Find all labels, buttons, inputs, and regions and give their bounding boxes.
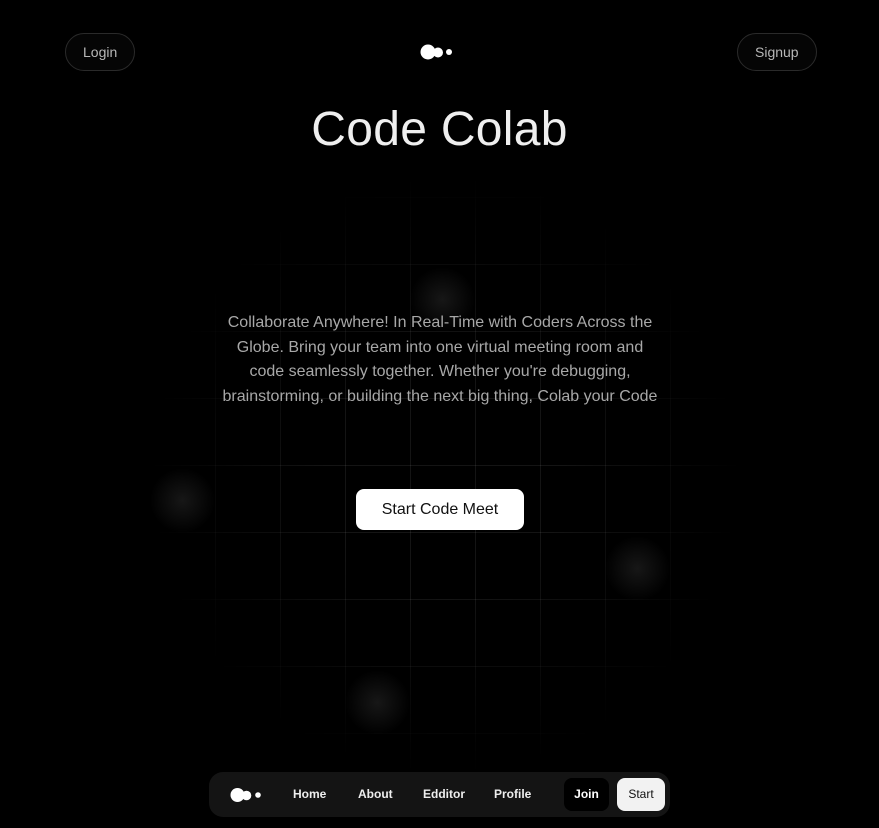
hero-description: Collaborate Anywhere! In Real-Time with … (222, 314, 658, 405)
grid-glow-cell (345, 669, 410, 736)
login-button[interactable]: Login (65, 33, 136, 71)
join-button[interactable]: Join (564, 778, 609, 811)
nav-editor-link[interactable]: Edditor (423, 772, 465, 817)
blob-dots-logo-icon[interactable] (420, 44, 454, 60)
nav-home-link[interactable]: Home (293, 772, 326, 817)
signup-button[interactable]: Signup (737, 33, 817, 71)
grid-background (150, 175, 740, 775)
page-title: Code Colab (311, 103, 568, 156)
nav-about-link[interactable]: About (358, 772, 393, 817)
grid-glow-cell (605, 535, 670, 602)
bottom-dock-nav: Home About Edditor Profile Join Start (209, 772, 670, 817)
grid-glow-cell (150, 467, 215, 534)
nav-profile-link[interactable]: Profile (494, 772, 531, 817)
blob-dots-logo-icon[interactable] (230, 787, 262, 803)
start-button[interactable]: Start (617, 778, 665, 811)
start-code-meet-button[interactable]: Start Code Meet (356, 489, 524, 530)
